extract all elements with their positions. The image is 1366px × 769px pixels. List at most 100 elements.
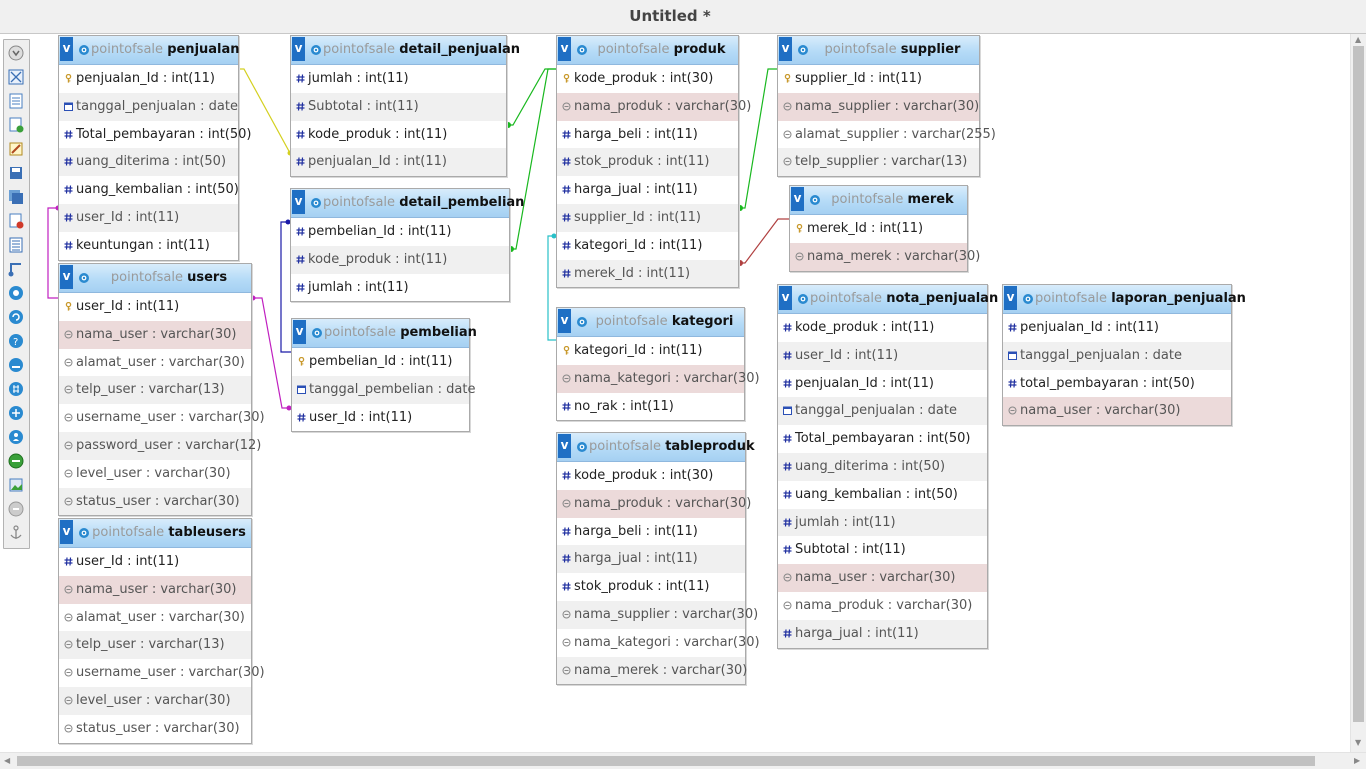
table-header[interactable]: v pointofsale detail_penjualan [291,36,520,65]
horizontal-scroll-thumb[interactable] [17,756,1315,766]
field-row[interactable]: username_user : varchar(30) [59,404,265,432]
field-row[interactable]: uang_diterima : int(50) [59,148,238,177]
scroll-up-arrow[interactable]: ▲ [1355,35,1361,44]
field-row[interactable]: Subtotal : int(11) [778,536,987,564]
field-row[interactable]: nama_kategori : varchar(30) [557,364,760,393]
field-row[interactable]: telp_supplier : varchar(13) [778,148,979,177]
field-row[interactable]: jumlah : int(11) [778,508,987,537]
gear-icon[interactable] [1022,293,1034,305]
field-row[interactable]: harga_jual : int(11) [557,545,745,574]
field-row[interactable]: penjualan_Id : int(11) [1003,314,1231,342]
field-row[interactable]: harga_jual : int(11) [557,176,738,204]
field-row[interactable]: no_rak : int(11) [557,393,744,421]
table-users[interactable]: v pointofsale users user_Id : int(11) nama_… [58,263,265,517]
vertical-scroll-thumb[interactable] [1353,46,1364,722]
field-row[interactable]: telp_user : varchar(13) [59,376,251,405]
field-row[interactable]: tanggal_penjualan : date [1003,341,1231,370]
field-row[interactable]: uang_kembalian : int(50) [59,176,239,204]
gear-icon[interactable] [576,441,588,453]
field-row[interactable]: status_user : varchar(30) [59,487,251,516]
table-nota_penjualan[interactable]: v pointofsale nota_penjualan kode_produk :… [777,284,998,649]
gear-icon[interactable] [310,197,322,209]
field-row[interactable]: telp_user : varchar(13) [59,631,251,660]
table-header[interactable]: v pointofsale supplier [778,36,979,65]
field-row[interactable]: harga_beli : int(11) [557,121,738,149]
collapse-toggle-icon[interactable]: v [791,187,804,211]
field-row[interactable]: user_Id : int(11) [59,293,251,321]
table-header[interactable]: v pointofsale nota_penjualan [778,285,998,314]
table-header[interactable]: v pointofsale detail_pembelian [291,189,524,218]
field-row[interactable]: user_Id : int(11) [59,548,251,576]
collapse-toggle-icon[interactable]: v [60,37,73,61]
field-row[interactable]: pembelian_Id : int(11) [292,348,469,376]
field-row[interactable]: nama_user : varchar(30) [1003,397,1231,426]
field-row[interactable]: keuntungan : int(11) [59,232,238,260]
field-row[interactable]: alamat_supplier : varchar(255) [778,121,996,149]
field-row[interactable]: nama_produk : varchar(30) [557,489,751,518]
field-row[interactable]: uang_kembalian : int(50) [778,481,987,509]
field-row[interactable]: nama_user : varchar(30) [59,320,251,349]
collapse-toggle-icon[interactable]: v [60,520,73,544]
field-row[interactable]: kategori_Id : int(11) [557,232,738,260]
gear-icon[interactable] [78,272,90,284]
field-row[interactable]: supplier_Id : int(11) [778,65,979,93]
field-row[interactable]: level_user : varchar(30) [59,460,251,488]
field-row[interactable]: kode_produk : int(30) [557,462,745,490]
field-row[interactable]: jumlah : int(11) [291,274,509,302]
field-row[interactable]: password_user : varchar(12) [59,431,261,460]
table-header[interactable]: v pointofsale laporan_penjualan [1003,285,1246,314]
table-detail_penjualan[interactable]: v pointofsale detail_penjualan jumlah : in… [290,35,520,178]
field-row[interactable]: status_user : varchar(30) [59,715,251,743]
field-row[interactable]: nama_produk : varchar(30) [778,592,987,620]
collapse-toggle-icon[interactable]: v [558,434,571,458]
field-row[interactable]: kode_produk : int(11) [291,121,506,149]
field-row[interactable]: stok_produk : int(11) [557,148,738,177]
field-row[interactable]: merek_Id : int(11) [790,215,967,243]
field-row[interactable]: nama_merek : varchar(30) [557,656,747,685]
field-row[interactable]: tanggal_penjualan : date [59,92,238,121]
field-row[interactable]: user_Id : int(11) [59,203,238,232]
field-row[interactable]: user_Id : int(11) [778,341,987,370]
scroll-down-arrow[interactable]: ▼ [1355,738,1361,747]
field-row[interactable]: nama_user : varchar(30) [59,575,251,604]
collapse-toggle-icon[interactable]: v [779,286,792,310]
collapse-toggle-icon[interactable]: v [1004,286,1017,310]
field-row[interactable]: nama_kategori : varchar(30) [557,629,760,657]
field-row[interactable]: penjualan_Id : int(11) [291,148,506,177]
field-row[interactable]: stok_produk : int(11) [557,573,745,601]
field-row[interactable]: alamat_user : varchar(30) [59,349,251,377]
table-header[interactable]: v pointofsale penjualan [59,36,240,65]
field-row[interactable]: kategori_Id : int(11) [557,337,744,365]
table-penjualan[interactable]: v pointofsale penjualan penjualan_Id : int… [58,35,251,261]
table-produk[interactable]: v pointofsale produk kode_produk : int(30)… [556,35,751,289]
field-row[interactable]: alamat_user : varchar(30) [59,604,251,632]
gear-icon[interactable] [310,44,322,56]
gear-icon[interactable] [78,44,90,56]
vertical-scrollbar[interactable]: ▲ ▼ [1350,34,1366,752]
table-header[interactable]: v pointofsale kategori [557,308,744,337]
collapse-toggle-icon[interactable]: v [558,37,571,61]
table-header[interactable]: v pointofsale produk [557,36,738,65]
collapse-toggle-icon[interactable]: v [292,190,305,214]
field-row[interactable]: nama_user : varchar(30) [778,564,987,592]
field-row[interactable]: Total_pembayaran : int(50) [778,425,987,453]
scroll-right-arrow[interactable]: ▶ [1354,756,1360,765]
field-row[interactable]: Total_pembayaran : int(50) [59,121,251,149]
gear-icon[interactable] [576,316,588,328]
gear-icon[interactable] [311,327,323,339]
table-laporan_penjualan[interactable]: v pointofsale laporan_penjualan penjualan_… [1002,284,1246,427]
field-row[interactable]: pembelian_Id : int(11) [291,218,509,246]
field-row[interactable]: tanggal_penjualan : date [778,397,987,426]
table-header[interactable]: v pointofsale merek [790,186,967,215]
table-kategori[interactable]: v pointofsale kategori kategori_Id : int(1… [556,307,760,422]
table-merek[interactable]: v pointofsale merek merek_Id : int(11) nama… [789,185,980,272]
field-row[interactable]: nama_merek : varchar(30) [790,242,980,271]
collapse-toggle-icon[interactable]: v [558,309,571,333]
table-header[interactable]: v pointofsale tableproduk [557,433,755,462]
gear-icon[interactable] [78,527,90,539]
field-row[interactable]: nama_supplier : varchar(30) [778,92,979,121]
gear-icon[interactable] [809,194,821,206]
table-supplier[interactable]: v pointofsale supplier supplier_Id : int(1… [777,35,996,178]
field-row[interactable]: merek_Id : int(11) [557,259,738,288]
field-row[interactable]: kode_produk : int(30) [557,65,738,93]
